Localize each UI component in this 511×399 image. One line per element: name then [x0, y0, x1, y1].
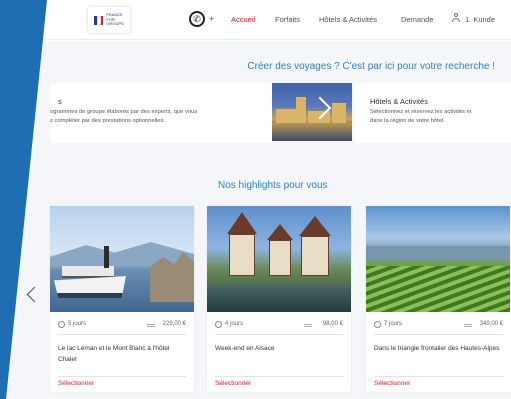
- promo-packages[interactable]: s ogrammes de groupe élaborés par des ex…: [50, 83, 272, 143]
- tour-price: 98,00 €: [322, 321, 343, 327]
- tour-price: 349,00 €: [479, 321, 503, 327]
- promo-packages-desc-2: z compléter par des prestations optionne…: [50, 118, 166, 124]
- tour-duration: 4 jours: [225, 321, 244, 327]
- page: FRANCE FOR GROUPS ✆ + Accueil Forfaits H…: [0, 0, 511, 399]
- tour-card[interactable]: 7 jours 349,00 € Dans le triangle fronta…: [366, 206, 511, 392]
- select-button[interactable]: Sélectionner: [58, 380, 94, 387]
- promo-hotels-desc-1: Sélectionnez et réservez les activités e…: [370, 109, 472, 115]
- clock-icon: [374, 321, 381, 328]
- promo-hotels[interactable]: Hôtels & Activités Sélectionnez et réser…: [354, 83, 511, 143]
- tour-card[interactable]: 5 jours 229,00 € Le lac Léman et le Mont…: [50, 206, 194, 392]
- highlights-title: Nos highlights pour vous: [218, 180, 328, 191]
- tour-title: Dans le triangle frontalier des Hautes-A…: [374, 345, 500, 352]
- promo-packages-desc-1: ogrammes de groupe élaborés par des expe…: [50, 109, 198, 115]
- logo[interactable]: FRANCE FOR GROUPS: [88, 7, 130, 33]
- promo-hotels-title: Hôtels & Activités: [370, 97, 428, 106]
- promo-hotels-desc-2: dans la région de votre hôtel.: [370, 118, 445, 124]
- phone-icon[interactable]: ✆: [189, 11, 205, 27]
- tour-duration: 7 jours: [384, 321, 403, 327]
- vineyard-photo: [366, 206, 510, 312]
- nav-hotels-activites[interactable]: Hôtels & Activités: [319, 15, 377, 24]
- phone-plus[interactable]: +: [209, 14, 214, 24]
- tour-title: Le lac Léman et le Mont Blanc à l'hôtel …: [58, 345, 170, 363]
- french-flag-icon: [94, 15, 104, 25]
- tour-card[interactable]: 4 jours 98,00 € Week-end en Alsace Sélec…: [207, 206, 351, 392]
- top-header: FRANCE FOR GROUPS ✆ + Accueil Forfaits H…: [0, 0, 511, 40]
- tour-duration: 5 jours: [68, 321, 87, 327]
- logo-text: FRANCE FOR GROUPS: [106, 12, 124, 27]
- money-icon: [464, 324, 472, 327]
- promo-packages-title: s: [58, 97, 62, 106]
- tour-title: Week-end en Alsace: [215, 345, 275, 352]
- clock-icon: [215, 321, 222, 328]
- search-headline: Créer des voyages ? C'est par ici pour v…: [247, 61, 495, 72]
- user-icon[interactable]: [452, 13, 460, 23]
- nav-forfaits[interactable]: Forfaits: [275, 15, 300, 24]
- select-button[interactable]: Sélectionner: [215, 380, 251, 387]
- clock-icon: [58, 321, 65, 328]
- money-icon: [304, 324, 312, 327]
- tour-price: 229,00 €: [162, 321, 186, 327]
- lake-geneva-photo: [50, 206, 194, 312]
- money-icon: [147, 324, 155, 327]
- alsace-photo: [207, 206, 351, 312]
- nav-accueil[interactable]: Accueil: [231, 15, 255, 24]
- nav-account[interactable]: 1. Kunde: [465, 15, 495, 24]
- select-button[interactable]: Sélectionner: [374, 380, 410, 387]
- nav-demande[interactable]: Demande: [401, 15, 434, 24]
